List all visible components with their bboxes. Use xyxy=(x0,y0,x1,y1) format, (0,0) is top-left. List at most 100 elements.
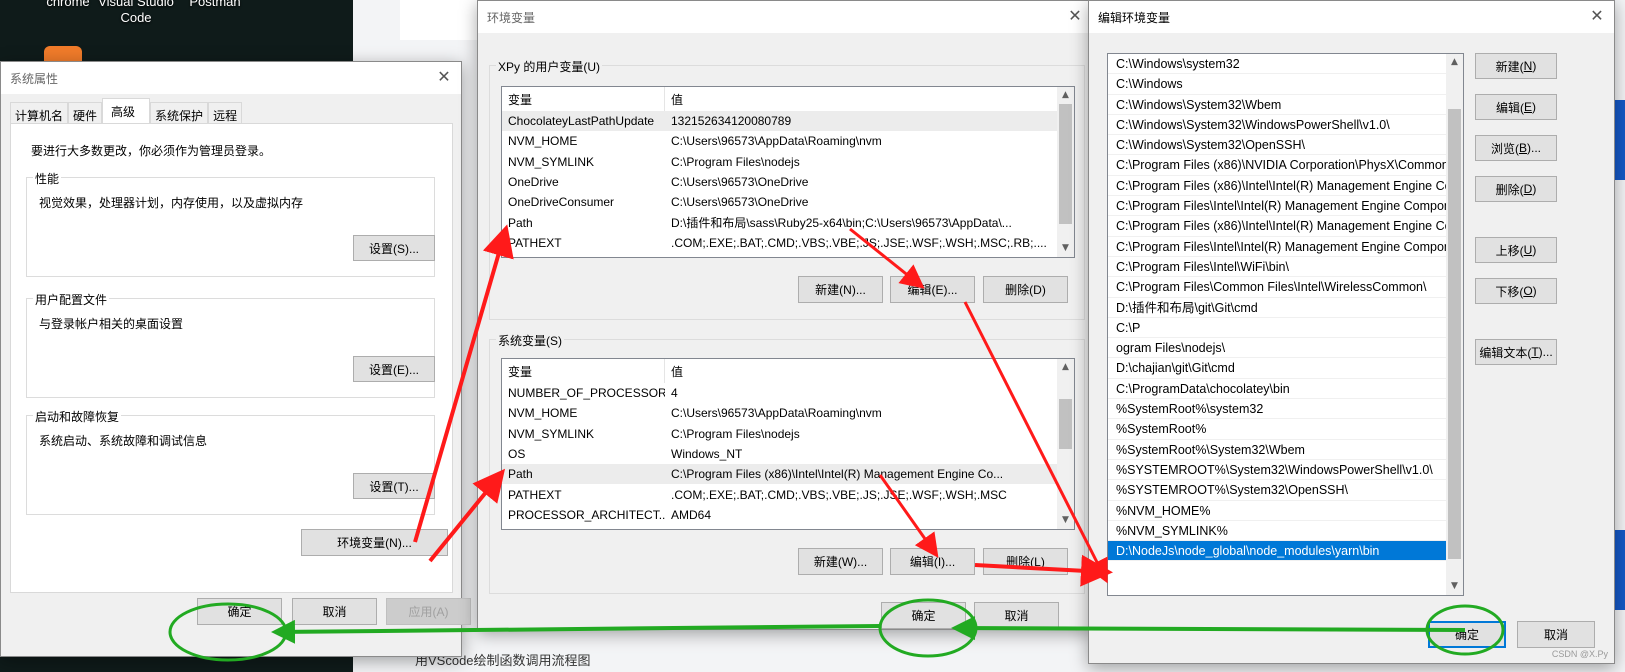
environment-variables-button[interactable]: 环境变量(N)... xyxy=(301,529,448,556)
ok-button[interactable]: 确定 xyxy=(881,602,966,629)
list-item[interactable]: C:\Program Files\Intel\Intel(R) Manageme… xyxy=(1108,196,1447,217)
close-icon[interactable]: ✕ xyxy=(435,68,453,86)
list-item[interactable]: C:\Windows\system32 xyxy=(1108,54,1447,75)
table-row[interactable]: NVM_HOME C:\Users\96573\AppData\Roaming\n… xyxy=(502,403,1074,423)
table-row[interactable]: PATHEXT .COM;.EXE;.BAT;.CMD;.VBS;.VBE;.JS… xyxy=(502,484,1074,504)
list-item[interactable]: %NVM_HOME% xyxy=(1108,501,1447,521)
user-profiles-settings-button[interactable]: 设置(E)... xyxy=(353,356,435,382)
user-variables-list[interactable]: 变量 值 ChocolateyLastPathUpdate 13215263412… xyxy=(501,86,1075,258)
path-entries-list[interactable]: C:\Windows\system32 C:\Windows C:\Windows\… xyxy=(1107,53,1464,596)
list-item[interactable]: C:\ProgramData\chocolatey\bin xyxy=(1108,379,1447,400)
list-item[interactable]: %SYSTEMROOT%\System32\WindowsPowerShell\… xyxy=(1108,460,1447,481)
scroll-down-icon[interactable]: ▼ xyxy=(1057,512,1074,529)
close-icon[interactable]: ✕ xyxy=(1066,7,1084,25)
cancel-button[interactable]: 取消 xyxy=(974,602,1059,629)
scroll-up-icon[interactable]: ▲ xyxy=(1446,54,1463,71)
list-item[interactable]: %SYSTEMROOT%\System32\OpenSSH\ xyxy=(1108,480,1447,501)
move-up-button[interactable]: 上移(U) xyxy=(1475,237,1557,263)
table-row[interactable]: NUMBER_OF_PROCESSORS 4 xyxy=(502,383,1074,403)
variable-name: PATHEXT xyxy=(508,235,562,250)
desktop-icon-label-chrome[interactable]: chrome xyxy=(38,0,98,9)
list-item[interactable]: D:\chajian\git\Git\cmd xyxy=(1108,358,1447,379)
scrollbar[interactable]: ▲ ▼ xyxy=(1057,359,1074,529)
performance-settings-button[interactable]: 设置(S)... xyxy=(353,235,435,261)
new-button[interactable]: 新建(N) xyxy=(1475,53,1557,79)
table-row[interactable]: NVM_SYMLINK C:\Program Files\nodejs xyxy=(502,152,1074,172)
variable-value: 132152634120080789 xyxy=(671,114,792,129)
startup-recovery-settings-button[interactable]: 设置(T)... xyxy=(353,473,435,499)
desktop-icon-label-vscode[interactable]: Visual Studio Code xyxy=(96,0,176,26)
scroll-up-icon[interactable]: ▲ xyxy=(1057,359,1074,376)
edit-button[interactable]: 编辑(E) xyxy=(1475,94,1557,120)
list-item[interactable]: C:\Program Files (x86)\NVIDIA Corporatio… xyxy=(1108,155,1447,176)
table-row[interactable]: OS Windows_NT xyxy=(502,444,1074,464)
table-row[interactable]: PROCESSOR_ARCHITECT... AMD64 xyxy=(502,505,1074,525)
cancel-button[interactable]: 取消 xyxy=(1517,621,1595,648)
ok-button[interactable]: 确定 xyxy=(197,598,282,625)
list-item[interactable]: C:\Windows\System32\WindowsPowerShell\v1… xyxy=(1108,115,1447,136)
cancel-button[interactable]: 取消 xyxy=(292,598,377,625)
list-item[interactable]: C:\Windows\System32\OpenSSH\ xyxy=(1108,135,1447,156)
edit-text-button[interactable]: 编辑文本(T)... xyxy=(1475,339,1557,365)
table-row[interactable]: OneDrive C:\Users\96573\OneDrive xyxy=(502,172,1074,192)
table-row[interactable]: NVM_SYMLINK C:\Program Files\nodejs xyxy=(502,424,1074,444)
scroll-down-icon[interactable]: ▼ xyxy=(1446,578,1463,595)
column-header-value[interactable]: 值 xyxy=(665,359,683,383)
scroll-up-icon[interactable]: ▲ xyxy=(1057,87,1074,104)
scroll-thumb[interactable] xyxy=(1448,109,1461,559)
list-item[interactable]: C:\Windows\System32\Wbem xyxy=(1108,95,1447,115)
button-label: 上移( xyxy=(1495,243,1524,258)
system-new-button[interactable]: 新建(W)... xyxy=(798,548,883,575)
table-row[interactable]: Path C:\Program Files (x86)\Intel\Intel(R… xyxy=(502,464,1074,485)
table-row[interactable]: PATHEXT .COM;.EXE;.BAT;.CMD;.VBS;.VBE;.JS… xyxy=(502,233,1074,253)
list-item[interactable]: C:\Windows xyxy=(1108,74,1447,95)
user-delete-button[interactable]: 删除(D) xyxy=(983,276,1068,303)
scroll-thumb[interactable] xyxy=(1059,104,1072,224)
column-header-variable[interactable]: 变量 xyxy=(502,359,665,383)
list-item[interactable]: ogram Files\nodejs\ xyxy=(1108,338,1447,359)
scroll-thumb[interactable] xyxy=(1059,399,1072,449)
list-item[interactable]: C:\Program Files (x86)\Intel\Intel(R) Ma… xyxy=(1108,216,1447,237)
close-icon[interactable]: ✕ xyxy=(1588,7,1606,25)
table-row[interactable]: OneDriveConsumer C:\Users\96573\OneDrive xyxy=(502,192,1074,212)
variable-name: NVM_SYMLINK xyxy=(508,426,595,441)
list-item[interactable]: D:\NodeJs\node_global\node_modules\yarn\… xyxy=(1108,541,1447,562)
list-item[interactable]: C:\P xyxy=(1108,318,1447,339)
list-item[interactable]: C:\Program Files\Common Files\Intel\Wire… xyxy=(1108,277,1447,298)
delete-button[interactable]: 删除(D) xyxy=(1475,176,1557,202)
apply-button[interactable]: 应用(A) xyxy=(386,598,471,625)
vscode-label: Visual Studio Code xyxy=(98,0,174,25)
column-header-variable[interactable]: 变量 xyxy=(502,87,665,111)
scrollbar[interactable]: ▲ ▼ xyxy=(1446,54,1463,595)
list-item[interactable]: D:\插件和布局\git\Git\cmd xyxy=(1108,298,1447,318)
list-item[interactable]: %SystemRoot%\system32 xyxy=(1108,399,1447,420)
user-edit-button[interactable]: 编辑(E)... xyxy=(890,276,975,303)
variable-value: .COM;.EXE;.BAT;.CMD;.VBS;.VBE;.JS;.JSE;.… xyxy=(671,487,1007,502)
list-item[interactable]: %SystemRoot%\System32\Wbem xyxy=(1108,440,1447,460)
system-delete-button[interactable]: 删除(L) xyxy=(983,548,1068,575)
list-item[interactable]: C:\Program Files (x86)\Intel\Intel(R) Ma… xyxy=(1108,176,1447,197)
table-row[interactable]: ChocolateyLastPathUpdate 1321526341200807… xyxy=(502,111,1074,132)
variable-name: PATHEXT xyxy=(508,487,562,502)
move-down-button[interactable]: 下移(O) xyxy=(1475,278,1557,304)
table-row[interactable]: Path D:\插件和布局\sass\Ruby25-x64\bin;C:\User… xyxy=(502,212,1074,232)
ok-button[interactable]: 确定 xyxy=(1428,621,1506,648)
table-row[interactable]: NVM_HOME C:\Users\96573\AppData\Roaming\n… xyxy=(502,131,1074,151)
user-new-button[interactable]: 新建(N)... xyxy=(798,276,883,303)
browse-button[interactable]: 浏览(B)... xyxy=(1475,135,1557,161)
desktop-icon-label-postman[interactable]: Postman xyxy=(180,0,250,9)
list-item[interactable]: C:\Program Files\Intel\WiFi\bin\ xyxy=(1108,257,1447,278)
scrollbar[interactable]: ▲ ▼ xyxy=(1057,87,1074,257)
scroll-down-icon[interactable]: ▼ xyxy=(1057,240,1074,257)
system-variables-list[interactable]: 变量 值 NUMBER_OF_PROCESSORS 4 NVM_HOME C:\Use… xyxy=(501,358,1075,530)
list-item[interactable]: %NVM_SYMLINK% xyxy=(1108,521,1447,542)
column-header-value[interactable]: 值 xyxy=(665,87,683,111)
list-item[interactable]: C:\Program Files\Intel\Intel(R) Manageme… xyxy=(1108,237,1447,257)
access-key: D xyxy=(1523,182,1533,196)
list-item[interactable]: %SystemRoot% xyxy=(1108,419,1447,440)
system-edit-button[interactable]: 编辑(I)... xyxy=(890,548,975,575)
variable-name: NVM_HOME xyxy=(508,134,578,149)
variable-value: 4 xyxy=(671,386,678,401)
environment-variables-dialog: 环境变量 ✕ XPy 的用户变量(U) 变量 值 ChocolateyLastP… xyxy=(477,0,1093,630)
button-label: ) xyxy=(1532,243,1537,257)
